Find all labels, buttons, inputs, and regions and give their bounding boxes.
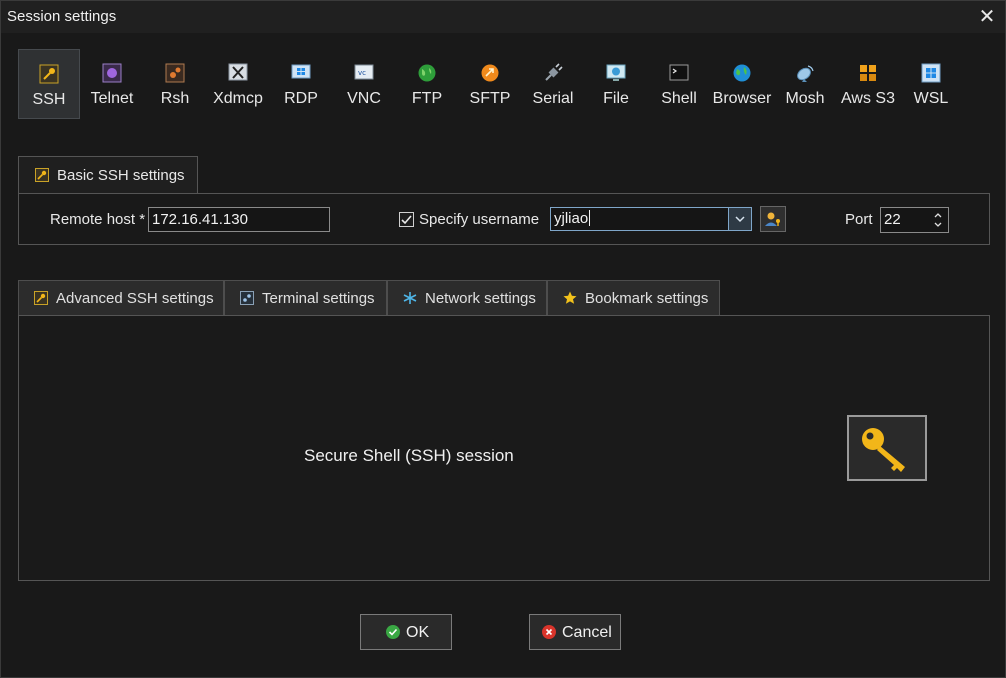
tab-label: Bookmark settings <box>585 290 709 307</box>
tab-label: Network settings <box>425 290 536 307</box>
bookmark-star-icon <box>563 291 577 304</box>
session-type-telnet[interactable]: Telnet <box>81 49 143 119</box>
username-combo[interactable]: yjliao <box>550 207 752 231</box>
remote-host-label: Remote host * <box>50 211 146 228</box>
remote-host-input[interactable]: 172.16.41.130 <box>148 207 330 232</box>
large-key-icon <box>862 428 905 472</box>
session-type-label: WSL <box>913 90 949 107</box>
telnet-icon <box>102 63 122 83</box>
network-star-icon <box>403 292 417 304</box>
spin-arrows-icon[interactable] <box>933 210 943 230</box>
cancel-circle-icon <box>542 625 556 639</box>
user-key-icon <box>765 212 780 226</box>
username-text: yjliao <box>554 210 589 227</box>
ssh-key-icon <box>34 291 48 305</box>
close-button[interactable]: ✕ <box>973 3 1001 31</box>
session-type-browser[interactable]: Browser <box>711 49 773 119</box>
ssh-key-icon <box>39 64 59 84</box>
close-icon[interactable]: ✕ <box>979 6 996 28</box>
file-icon <box>606 64 626 81</box>
user-manager-button[interactable] <box>760 206 786 232</box>
port-label: Port <box>845 211 873 228</box>
rdp-icon <box>291 64 311 79</box>
rsh-icon <box>165 63 185 83</box>
tab-label: Advanced SSH settings <box>56 290 214 307</box>
check-circle-icon <box>386 625 400 639</box>
session-type-rdp[interactable]: RDP <box>270 49 332 119</box>
tab-label: Terminal settings <box>262 290 375 307</box>
ok-label: OK <box>406 624 430 641</box>
tab-advanced-ssh-settings[interactable]: Advanced SSH settings <box>18 280 224 315</box>
basic-settings-panel: Remote host * 172.16.41.130 Specify user… <box>18 193 990 245</box>
session-type-xdmcp[interactable]: Xdmcp <box>207 49 269 119</box>
ok-button[interactable]: OK <box>360 614 452 650</box>
title-bar[interactable]: Session settings ✕ <box>1 1 1005 33</box>
session-type-rsh[interactable]: Rsh <box>144 49 206 119</box>
specify-username-label: Specify username <box>419 211 540 228</box>
tab-network-settings[interactable]: Network settings <box>387 280 547 315</box>
cancel-button[interactable]: Cancel <box>529 614 621 650</box>
session-type-ftp[interactable]: FTP <box>396 49 458 119</box>
chevron-down-icon <box>735 216 745 223</box>
xdmcp-icon <box>228 63 248 81</box>
large-key-box <box>847 415 927 481</box>
specify-username-checkbox[interactable] <box>399 212 414 227</box>
tab-bookmark-settings[interactable]: Bookmark settings <box>547 280 720 315</box>
session-type-mosh[interactable]: Mosh <box>774 49 836 119</box>
session-type-serial[interactable]: Serial <box>522 49 584 119</box>
browser-globe-icon <box>733 64 751 82</box>
port-spinner[interactable]: 22 <box>880 207 949 233</box>
checkmark-icon <box>401 215 412 225</box>
port-value[interactable]: 22 <box>884 211 901 228</box>
tab-label: Basic SSH settings <box>57 167 185 184</box>
window-title: Session settings <box>7 8 117 25</box>
session-type-ssh[interactable]: SSH <box>18 49 80 119</box>
vnc-icon: vc <box>354 64 374 80</box>
svg-text:vc: vc <box>358 69 366 77</box>
session-type-shell[interactable]: Shell <box>648 49 710 119</box>
session-type-sftp[interactable]: SFTP <box>459 49 521 119</box>
mosh-dish-icon <box>797 65 814 82</box>
ssh-key-icon <box>35 168 49 182</box>
sftp-icon <box>481 64 499 82</box>
ftp-globe-icon <box>418 64 436 82</box>
session-type-wsl[interactable]: WSL <box>900 49 962 119</box>
cancel-label: Cancel <box>562 624 612 641</box>
tab-terminal-settings[interactable]: Terminal settings <box>224 280 387 315</box>
username-dropdown-button[interactable] <box>728 208 751 230</box>
tab-basic-ssh-settings[interactable]: Basic SSH settings <box>18 156 198 194</box>
aws-s3-icon <box>860 65 876 81</box>
session-type-toolbar: SSH Telnet Rsh Xdmcp RDP vc VNC FTP SFTP… <box>18 49 978 121</box>
session-type-vnc[interactable]: vc VNC <box>333 49 395 119</box>
wsl-windows-icon <box>921 63 941 83</box>
shell-terminal-icon <box>669 64 689 81</box>
session-settings-dialog: Session settings ✕ SSH Telnet Rsh Xdmcp … <box>0 0 1006 678</box>
username-value[interactable]: yjliao <box>554 210 591 227</box>
session-description: Secure Shell (SSH) session <box>304 446 514 465</box>
text-caret <box>589 210 591 226</box>
session-description-panel: Secure Shell (SSH) session <box>18 315 990 581</box>
session-type-file[interactable]: File <box>585 49 647 119</box>
serial-plug-icon <box>545 63 563 81</box>
session-type-aws-s3[interactable]: Aws S3 <box>837 49 899 119</box>
terminal-icon <box>240 291 254 305</box>
